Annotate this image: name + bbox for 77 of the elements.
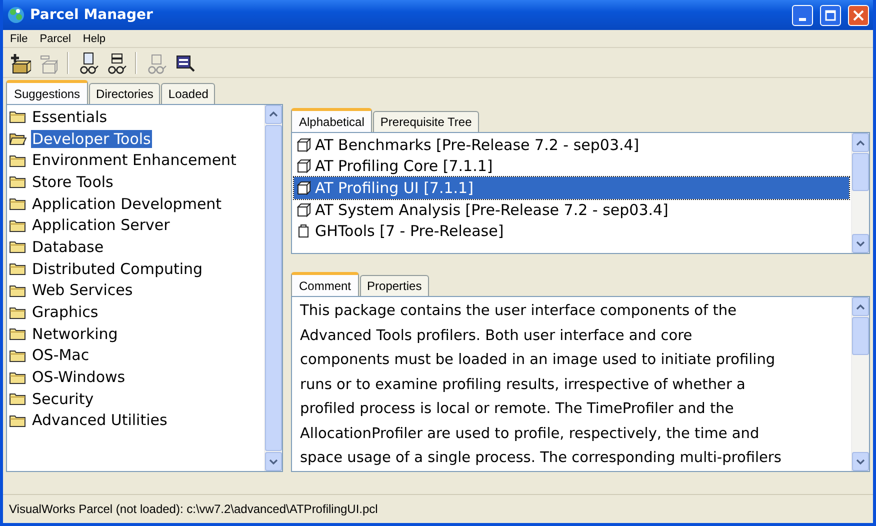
list-item[interactable]: Advanced Utilities [31, 411, 168, 430]
folder-icon [9, 261, 27, 276]
status-bar: VisualWorks Parcel (not loaded): c:\vw7.2\advanced\ATProfilingUI.pcl [3, 494, 873, 523]
parcel-name: AT Profiling Core [7.1.1] [315, 157, 493, 176]
list-item[interactable]: Security [31, 390, 95, 408]
list-item[interactable]: Application Server [31, 216, 171, 234]
folder-icon [9, 304, 27, 320]
list-item[interactable]: Environment Enhancement [31, 151, 238, 170]
scrollbar[interactable] [264, 105, 282, 471]
close-icon [852, 8, 865, 22]
comment-text: profiled process is local or remote. The TimeProfiler and the [300, 400, 735, 419]
list-item[interactable]: Application Development [31, 194, 223, 213]
list-row[interactable]: AT System Analysis [Pre-Release 7.2 - sep03.4] [294, 198, 849, 220]
tab[interactable]: Directories [89, 83, 160, 104]
list-item[interactable]: Graphics [31, 303, 100, 322]
folder-icon [9, 326, 27, 342]
menu-item[interactable]: Parcel [38, 32, 72, 44]
close-button[interactable] [848, 4, 869, 26]
maximize-button[interactable] [820, 4, 841, 26]
comment-text: components must be loaded in an image used to initiate profiling [300, 351, 776, 370]
folder-icon [9, 412, 27, 428]
parcel-name: AT Profiling UI [7.1.1] [315, 178, 474, 197]
list-row[interactable]: AT Profiling UI [7.1.1] [294, 177, 849, 199]
folder-icon [9, 174, 27, 190]
list-item[interactable]: OS-Mac [31, 346, 90, 364]
folder-icon [9, 152, 27, 168]
folder-icon [9, 109, 27, 124]
scrollbar-thumb[interactable] [852, 153, 869, 191]
bag-icon [296, 223, 311, 240]
tab[interactable]: Suggestions [6, 80, 88, 104]
minimize-button[interactable] [792, 4, 813, 26]
comment-text: runs or to examine profiling results, irrespective of whether a [300, 376, 746, 394]
comment-text: This package contains the user interface components of the [300, 302, 738, 321]
list-item[interactable]: Store Tools [31, 172, 114, 191]
scrollbar-thumb[interactable] [852, 317, 869, 355]
tab[interactable]: Prerequisite Tree [373, 111, 479, 132]
tab[interactable]: Properties [360, 275, 429, 296]
tab[interactable]: Alphabetical [291, 108, 372, 132]
open-folder-icon [9, 131, 27, 146]
scrollbar[interactable] [851, 297, 869, 471]
tab[interactable]: Comment [291, 272, 360, 296]
folder-icon [9, 196, 27, 212]
window-title: Parcel Manager [30, 7, 154, 23]
folder-icon [9, 348, 27, 363]
parcel-name: AT System Analysis [Pre-Release 7.2 - sep03.4] [315, 200, 668, 219]
list-item[interactable]: Essentials [31, 108, 108, 126]
list-item[interactable]: Networking [31, 324, 119, 343]
list-item[interactable]: Database [31, 238, 105, 256]
folder-icon [9, 239, 27, 254]
scrollbar-thumb[interactable] [265, 124, 282, 452]
comment-text: Advanced Tools profilers. Both user interface and core [300, 326, 694, 346]
parcel-name: GHTools [7 - Pre-Release] [315, 222, 504, 240]
parcel-icon [296, 180, 311, 196]
comment-text: AllocationProfiler are used to profile, respectively, the time and [300, 424, 760, 444]
list-item[interactable]: Distributed Computing [31, 260, 204, 278]
menu-item[interactable]: Help [82, 32, 107, 44]
parcel-icon [296, 202, 311, 218]
app-icon [7, 6, 25, 24]
parcel-name: AT Benchmarks [Pre-Release 7.2 - sep03.4] [315, 136, 640, 154]
scrollbar[interactable] [851, 133, 869, 253]
folder-icon [9, 391, 27, 406]
list-item[interactable]: OS-Windows [31, 368, 126, 386]
parcel-icon [296, 158, 311, 174]
folder-icon [9, 370, 27, 385]
list-item[interactable]: Web Services [31, 281, 134, 300]
list-row[interactable]: AT Profiling Core [7.1.1] [294, 156, 849, 178]
list-row[interactable]: GHTools [7 - Pre-Release] [294, 220, 849, 242]
list-row[interactable]: AT Benchmarks [Pre-Release 7.2 - sep03.4] [294, 134, 849, 156]
folder-icon [9, 282, 27, 298]
comment-text: space usage of a single process. The corresponding multi-profilers [300, 449, 782, 468]
minimize-icon [799, 18, 806, 20]
maximize-icon [824, 8, 837, 22]
menu-item[interactable]: File [9, 32, 29, 44]
tab[interactable]: Loaded [161, 83, 216, 104]
list-item[interactable]: Developer Tools [31, 130, 152, 148]
parcel-icon [296, 136, 311, 153]
folder-icon [9, 218, 27, 233]
